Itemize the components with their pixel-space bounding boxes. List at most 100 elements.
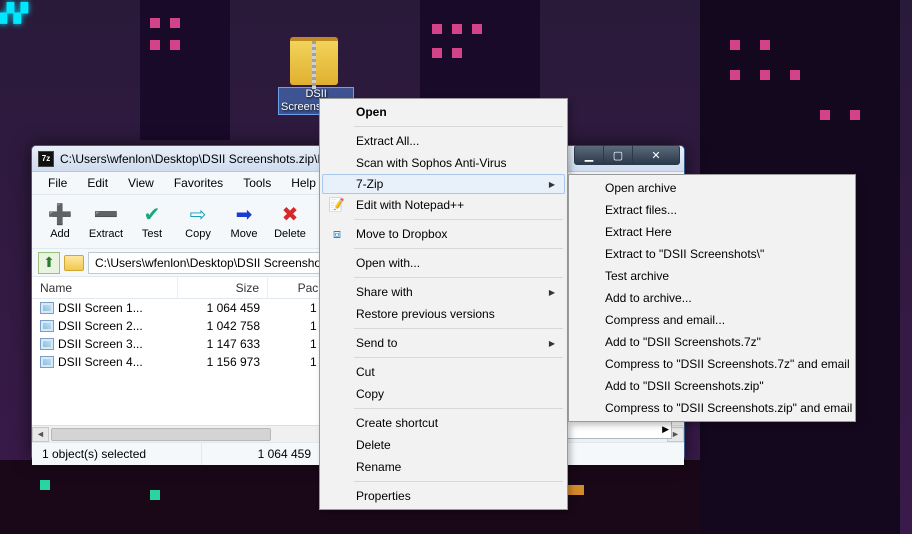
file-size: 1 156 973 bbox=[178, 355, 268, 369]
menu-item-properties[interactable]: Properties bbox=[322, 485, 565, 507]
copy-icon: ⇨ bbox=[187, 204, 209, 226]
menu-item-label: Open with... bbox=[356, 256, 420, 270]
menu-item-extract-all[interactable]: Extract All... bbox=[322, 130, 565, 152]
menu-item-share-with[interactable]: Share with bbox=[322, 281, 565, 303]
7zip-submenu: Open archive Extract files... Extract Here… bbox=[568, 174, 856, 422]
menu-separator bbox=[354, 408, 563, 409]
add-icon: ➕ bbox=[49, 204, 71, 226]
submenu-item-add-to-dsii-screenshots-zip[interactable]: Add to "DSII Screenshots.zip" bbox=[571, 375, 853, 397]
context-menu: Open Extract All...Scan with Sophos Anti-… bbox=[319, 98, 568, 510]
image-file-icon bbox=[40, 302, 54, 314]
menu-item-label: Send to bbox=[356, 336, 397, 350]
extract-button[interactable]: ➖Extract bbox=[84, 197, 128, 247]
file-name: DSII Screen 4... bbox=[58, 355, 143, 369]
menu-favorites[interactable]: Favorites bbox=[166, 173, 231, 193]
window-maximize-button[interactable]: ▢ bbox=[603, 145, 633, 165]
menu-item-label: Open archive bbox=[605, 181, 676, 195]
background-neon-text: ▞▞ bbox=[0, 3, 80, 17]
menu-item-label: Compress to "DSII Screenshots.7z" and em… bbox=[605, 357, 850, 371]
menu-help[interactable]: Help bbox=[283, 173, 324, 193]
submenu-item-open-archive[interactable]: Open archive bbox=[571, 177, 853, 199]
file-name: DSII Screen 1... bbox=[58, 301, 143, 315]
test-button[interactable]: ✔ Test bbox=[130, 197, 174, 247]
add-button[interactable]: ➕ Add bbox=[38, 197, 82, 247]
submenu-item-compress-to-dsii-screenshots-7z-and-email[interactable]: Compress to "DSII Screenshots.7z" and em… bbox=[571, 353, 853, 375]
window-minimize-button[interactable]: ▁ bbox=[574, 145, 604, 165]
add-button-label: Add bbox=[50, 228, 70, 240]
menu-item-create-shortcut[interactable]: Create shortcut bbox=[322, 412, 565, 434]
menu-item-send-to[interactable]: Send to bbox=[322, 332, 565, 354]
menu-item-label: Test archive bbox=[605, 269, 669, 283]
scroll-thumb[interactable] bbox=[51, 428, 271, 441]
menu-item-label: Add to "DSII Screenshots.7z" bbox=[605, 335, 761, 349]
menu-item-label: Restore previous versions bbox=[356, 307, 495, 321]
menu-item-label: Extract Here bbox=[605, 225, 672, 239]
menu-item-rename[interactable]: Rename bbox=[322, 456, 565, 478]
menu-item-move-to-dropbox[interactable]: ⧈Move to Dropbox bbox=[322, 223, 565, 245]
menu-item-7-zip[interactable]: 7-Zip bbox=[322, 174, 565, 194]
menu-item-copy[interactable]: Copy bbox=[322, 383, 565, 405]
menu-separator bbox=[354, 277, 563, 278]
menu-item-label: Extract to "DSII Screenshots\" bbox=[605, 247, 764, 261]
file-size: 1 147 633 bbox=[178, 337, 268, 351]
menu-separator bbox=[354, 328, 563, 329]
menu-tools[interactable]: Tools bbox=[235, 173, 279, 193]
menu-item-edit-with-notepad[interactable]: 📝 Edit with Notepad++ bbox=[322, 194, 565, 216]
menu-item-label: Copy bbox=[356, 387, 384, 401]
menu-item-open-with[interactable]: Open with... bbox=[322, 252, 565, 274]
menu-separator bbox=[354, 481, 563, 482]
menu-view[interactable]: View bbox=[120, 173, 162, 193]
chevron-right-icon: ▶ bbox=[662, 424, 669, 435]
submenu-item-extract-here[interactable]: Extract Here bbox=[571, 221, 853, 243]
submenu-item-compress-and-email[interactable]: Compress and email... bbox=[571, 309, 853, 331]
col-name[interactable]: Name bbox=[32, 277, 178, 298]
menu-item-cut[interactable]: Cut bbox=[322, 361, 565, 383]
test-icon: ✔ bbox=[141, 204, 163, 226]
menu-file[interactable]: File bbox=[40, 173, 75, 193]
col-size[interactable]: Size bbox=[178, 277, 268, 298]
image-file-icon bbox=[40, 356, 54, 368]
menu-edit[interactable]: Edit bbox=[79, 173, 116, 193]
menu-item-label: Cut bbox=[356, 365, 375, 379]
delete-button-label: Delete bbox=[274, 228, 306, 240]
menu-item-label: Rename bbox=[356, 460, 401, 474]
file-name: DSII Screen 3... bbox=[58, 337, 143, 351]
menu-item-label: Add to archive... bbox=[605, 291, 692, 305]
menu-item-restore-previous-versions[interactable]: Restore previous versions bbox=[322, 303, 565, 325]
menu-item-label: Share with bbox=[356, 285, 413, 299]
menu-item-delete[interactable]: Delete bbox=[322, 434, 565, 456]
app-icon: 7z bbox=[38, 151, 54, 167]
menu-item-label: Properties bbox=[356, 489, 411, 503]
file-size: 1 064 459 bbox=[178, 301, 268, 315]
submenu-item-add-to-archive[interactable]: Add to archive... bbox=[571, 287, 853, 309]
menu-separator bbox=[354, 219, 563, 220]
image-file-icon bbox=[40, 338, 54, 350]
submenu-item-compress-to-dsii-screenshots-zip-and-email[interactable]: Compress to "DSII Screenshots.zip" and e… bbox=[571, 397, 853, 419]
window-close-button[interactable]: ✕ bbox=[632, 145, 680, 165]
menu-item-label: Create shortcut bbox=[356, 416, 438, 430]
file-name: DSII Screen 2... bbox=[58, 319, 143, 333]
status-size: 1 064 459 bbox=[202, 443, 322, 465]
menu-item-label: Add to "DSII Screenshots.zip" bbox=[605, 379, 764, 393]
submenu-item-add-to-dsii-screenshots-7z[interactable]: Add to "DSII Screenshots.7z" bbox=[571, 331, 853, 353]
menu-item-open[interactable]: Open bbox=[322, 101, 565, 123]
scroll-left-arrow[interactable]: ◄ bbox=[32, 427, 49, 442]
folder-icon bbox=[64, 255, 84, 271]
copy-button[interactable]: ⇨ Copy bbox=[176, 197, 220, 247]
delete-button[interactable]: ✖Delete bbox=[268, 197, 312, 247]
up-button[interactable]: ⬆ bbox=[38, 252, 60, 274]
menu-separator bbox=[354, 357, 563, 358]
menu-item-label: Edit with Notepad++ bbox=[356, 198, 464, 212]
notepad-icon: 📝 bbox=[328, 196, 346, 214]
submenu-item-test-archive[interactable]: Test archive bbox=[571, 265, 853, 287]
zip-icon bbox=[290, 37, 338, 85]
copy-button-label: Copy bbox=[185, 228, 211, 240]
submenu-item-extract-to-dsii-screenshots[interactable]: Extract to "DSII Screenshots\" bbox=[571, 243, 853, 265]
test-button-label: Test bbox=[142, 228, 162, 240]
menu-item-label: Compress to "DSII Screenshots.zip" and e… bbox=[605, 401, 852, 415]
bg-building bbox=[140, 0, 230, 140]
move-button[interactable]: ➡Move bbox=[222, 197, 266, 247]
menu-item-label: Delete bbox=[356, 438, 391, 452]
menu-item-scan-with-sophos-anti-virus[interactable]: Scan with Sophos Anti-Virus bbox=[322, 152, 565, 174]
submenu-item-extract-files[interactable]: Extract files... bbox=[571, 199, 853, 221]
